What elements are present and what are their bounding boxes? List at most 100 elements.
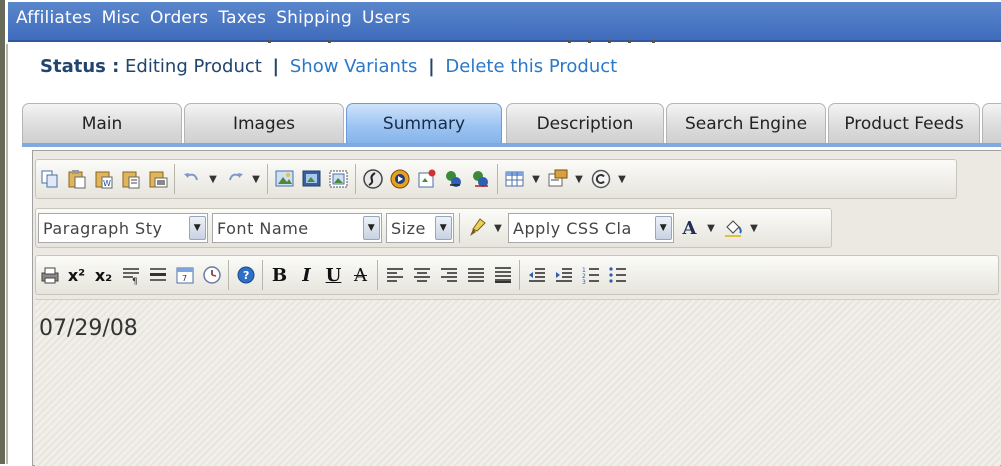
- toolbar-separator: [377, 260, 378, 290]
- toolbar-separator: [355, 164, 356, 194]
- align-center-icon[interactable]: [408, 260, 435, 290]
- dotted-divider: [268, 40, 668, 44]
- superscript-button[interactable]: x²: [63, 260, 90, 290]
- paste-text-icon[interactable]: [117, 164, 144, 194]
- media-icon[interactable]: [386, 164, 413, 194]
- font-name-select[interactable]: Font Name ▼: [212, 213, 382, 243]
- admin-menu-bar: Affiliates Misc Orders Taxes Shipping Us…: [8, 2, 1001, 42]
- svg-text:3: 3: [582, 279, 586, 286]
- insert-image-icon[interactable]: [271, 164, 298, 194]
- document-icon[interactable]: [413, 164, 440, 194]
- status-line: Status : Editing Product | Show Variants…: [40, 56, 617, 77]
- chevron-down-icon: ▼: [435, 216, 452, 240]
- tab-images[interactable]: Images: [184, 103, 344, 144]
- status-value: Editing Product: [125, 56, 262, 77]
- tab-overflow[interactable]: [982, 103, 1001, 144]
- svg-text:7: 7: [182, 274, 187, 283]
- strikethrough-button[interactable]: A: [347, 260, 374, 290]
- show-variants-link[interactable]: Show Variants: [290, 56, 418, 77]
- remove-hyperlink-icon[interactable]: [467, 164, 494, 194]
- status-label: Status :: [40, 56, 120, 77]
- format-painter-icon[interactable]: [463, 213, 490, 243]
- font-size-select[interactable]: Size ▼: [386, 213, 454, 243]
- highlight-dropdown-arrow[interactable]: ▼: [746, 213, 762, 243]
- tab-description[interactable]: Description: [506, 103, 664, 144]
- editor-content-text: 07/29/08: [39, 316, 138, 341]
- italic-button[interactable]: I: [293, 260, 320, 290]
- toolbar-row-2: Paragraph Sty ▼ Font Name ▼ Size ▼ ▼ App…: [35, 208, 832, 248]
- align-left-icon[interactable]: [381, 260, 408, 290]
- numbered-list-icon[interactable]: 123: [577, 260, 604, 290]
- menu-users[interactable]: Users: [362, 8, 411, 28]
- toolbar-row-3: x² x₂ ¶ 7 ? B I U A 123: [35, 255, 999, 295]
- flash-icon[interactable]: [359, 164, 386, 194]
- paragraph-style-value: Paragraph Sty: [43, 218, 163, 238]
- bold-button[interactable]: B: [266, 260, 293, 290]
- tab-search-engine[interactable]: Search Engine: [666, 103, 826, 144]
- toolbar-separator: [267, 164, 268, 194]
- format-painter-dropdown-arrow[interactable]: ▼: [490, 213, 506, 243]
- toolbar-separator: [262, 260, 263, 290]
- chevron-down-icon: ▼: [363, 216, 380, 240]
- menu-shipping[interactable]: Shipping: [276, 8, 352, 28]
- image-gallery-icon[interactable]: [298, 164, 325, 194]
- table-dropdown-arrow[interactable]: ▼: [528, 164, 544, 194]
- subscript-button[interactable]: x₂: [90, 260, 117, 290]
- left-border-inner: [6, 44, 8, 464]
- tab-summary[interactable]: Summary: [346, 103, 502, 144]
- menu-orders[interactable]: Orders: [150, 8, 208, 28]
- redo-dropdown-arrow[interactable]: ▼: [248, 164, 264, 194]
- toolbar-separator: [459, 213, 460, 243]
- horizontal-rule-icon[interactable]: [144, 260, 171, 290]
- copy-icon[interactable]: [36, 164, 63, 194]
- undo-icon[interactable]: [178, 164, 205, 194]
- tab-product-feeds[interactable]: Product Feeds: [828, 103, 980, 144]
- toolbar-separator: [519, 260, 520, 290]
- font-color-dropdown-arrow[interactable]: ▼: [703, 213, 719, 243]
- paste-word-icon[interactable]: W: [90, 164, 117, 194]
- paste-icon[interactable]: [63, 164, 90, 194]
- form-elements-icon[interactable]: [544, 164, 571, 194]
- redo-icon[interactable]: [221, 164, 248, 194]
- tab-underline: [22, 143, 1001, 147]
- print-icon[interactable]: [36, 260, 63, 290]
- toolbar-separator: [174, 164, 175, 194]
- toolbar-separator: [228, 260, 229, 290]
- copyright-symbol-icon[interactable]: [587, 164, 614, 194]
- menu-misc[interactable]: Misc: [102, 8, 140, 28]
- paragraph-mark-icon[interactable]: ¶: [117, 260, 144, 290]
- paragraph-style-select[interactable]: Paragraph Sty ▼: [38, 213, 208, 243]
- outdent-icon[interactable]: [523, 260, 550, 290]
- left-border: [0, 0, 5, 464]
- toolbar-row-1: W ▼ ▼ ▼ ▼ ▼: [35, 159, 957, 199]
- undo-dropdown-arrow[interactable]: ▼: [205, 164, 221, 194]
- menu-taxes[interactable]: Taxes: [218, 8, 266, 28]
- menu-affiliates[interactable]: Affiliates: [16, 8, 92, 28]
- font-color-button[interactable]: A: [676, 213, 703, 243]
- align-right-icon[interactable]: [435, 260, 462, 290]
- svg-text:W: W: [103, 179, 111, 188]
- symbol-dropdown-arrow[interactable]: ▼: [614, 164, 630, 194]
- insert-date-icon[interactable]: 7: [171, 260, 198, 290]
- align-full-icon[interactable]: [489, 260, 516, 290]
- delete-product-link[interactable]: Delete this Product: [445, 56, 617, 77]
- css-class-select[interactable]: Apply CSS Cla ▼: [508, 213, 674, 243]
- insert-hyperlink-icon[interactable]: [440, 164, 467, 194]
- editor-content-area[interactable]: 07/29/08: [35, 299, 1000, 466]
- highlight-color-icon[interactable]: [719, 213, 746, 243]
- status-separator: |: [272, 56, 280, 77]
- bullet-list-icon[interactable]: [604, 260, 631, 290]
- toolbar-separator: [497, 164, 498, 194]
- form-dropdown-arrow[interactable]: ▼: [571, 164, 587, 194]
- insert-time-icon[interactable]: [198, 260, 225, 290]
- chevron-down-icon: ▼: [655, 216, 672, 240]
- tab-main[interactable]: Main: [22, 103, 182, 144]
- font-size-value: Size: [391, 218, 426, 238]
- align-justify-icon[interactable]: [462, 260, 489, 290]
- help-icon[interactable]: ?: [232, 260, 259, 290]
- paste-html-icon[interactable]: [144, 164, 171, 194]
- indent-icon[interactable]: [550, 260, 577, 290]
- insert-table-icon[interactable]: [501, 164, 528, 194]
- image-frame-icon[interactable]: [325, 164, 352, 194]
- underline-button[interactable]: U: [320, 260, 347, 290]
